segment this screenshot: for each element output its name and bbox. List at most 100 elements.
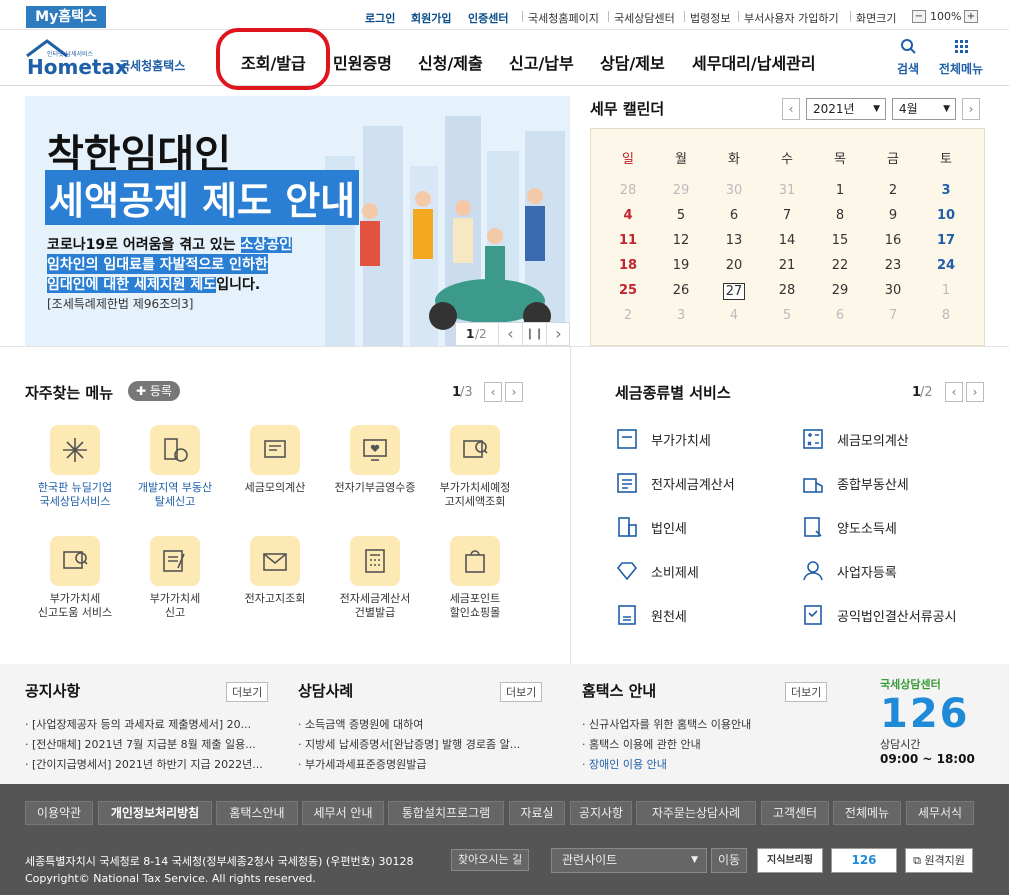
tax-service-item[interactable]: 사업자등록 [801, 558, 897, 584]
calendar-day[interactable]: 10 [926, 208, 966, 223]
tax-service-item[interactable]: 세금모의계산 [801, 426, 909, 452]
favorite-menu-item[interactable]: 세금모의계산 [220, 425, 330, 495]
nav-civil-certificate[interactable]: 민원증명 [333, 50, 392, 74]
tax-service-item[interactable]: 전자세금계산서 [615, 470, 735, 496]
login-link[interactable]: 로그인 [365, 10, 395, 26]
zoom-out-button[interactable]: − [912, 10, 926, 23]
notice-item[interactable]: · 소득금액 증명원에 대하여 [298, 716, 543, 732]
calendar-day[interactable]: 13 [714, 233, 754, 248]
calendar-day[interactable]: 2 [873, 183, 913, 198]
footer-link[interactable]: 자료실 [509, 801, 565, 825]
related-go-button[interactable]: 이동 [711, 848, 747, 873]
tax-service-item[interactable]: 양도소득세 [801, 514, 897, 540]
banner-pause-button[interactable]: ❙❙ [522, 323, 546, 345]
tax-service-item[interactable]: 소비제세 [615, 558, 699, 584]
calendar-day[interactable]: 28 [608, 183, 648, 198]
nav-report-pay[interactable]: 신고/납부 [509, 50, 574, 74]
favorite-menu-item[interactable]: 개발지역 부동산 탈세신고 [120, 425, 230, 509]
calendar-day[interactable]: 4 [714, 308, 754, 323]
calendar-day[interactable]: 7 [767, 208, 807, 223]
calendar-day[interactable]: 29 [820, 283, 860, 298]
taxservices-next-button[interactable]: › [966, 382, 984, 402]
nts-homepage-link[interactable]: 국세청홈페이지 [528, 10, 599, 26]
nav-consult-report[interactable]: 상담/제보 [600, 50, 665, 74]
footer-link[interactable]: 홈택스안내 [216, 801, 298, 825]
calendar-day[interactable]: 12 [661, 233, 701, 248]
hometax-logo[interactable]: 인터넷 납세서비스 Hometax 국세청홈택스 [25, 38, 210, 80]
more-button[interactable]: 더보기 [226, 682, 269, 702]
dept-user-join-link[interactable]: 부서사용자 가입하기 [744, 10, 839, 26]
law-info-link[interactable]: 법령정보 [690, 10, 730, 26]
notice-item[interactable]: · [전산매체] 2021년 7월 지급분 8월 제출 일용... [25, 736, 270, 752]
calendar-day[interactable]: 6 [820, 308, 860, 323]
calendar-day[interactable]: 1 [926, 283, 966, 298]
calendar-prev-button[interactable]: ‹ [782, 98, 800, 120]
year-select[interactable]: 2021년 ▼ [806, 98, 886, 120]
tax-service-item[interactable]: 종합부동산세 [801, 470, 909, 496]
counsel-126-badge[interactable]: 126 [831, 848, 897, 873]
promo-banner[interactable]: 착한임대인 세액공제 제도 안내 코로나19로 어려움을 겪고 있는 소상공인 … [25, 96, 570, 346]
notice-item[interactable]: · 부가세과세표준증명원발급 [298, 756, 543, 772]
my-hometax-button[interactable]: My홈택스 [26, 6, 106, 28]
favorite-menu-item[interactable]: 전자세금계산서 건별발급 [320, 536, 430, 620]
calendar-day[interactable]: 22 [820, 258, 860, 273]
calendar-day[interactable]: 5 [661, 208, 701, 223]
notice-item[interactable]: · 지방세 납세증명서[완납증명] 발행 경로좀 알... [298, 736, 543, 752]
footer-link[interactable]: 이용약관 [25, 801, 93, 825]
find-way-button[interactable]: 찾아오시는 길 [451, 849, 530, 871]
calendar-day[interactable]: 1 [820, 183, 860, 198]
calendar-day[interactable]: 30 [714, 183, 754, 198]
favorite-menu-item[interactable]: 부가가치세예정 고지세액조회 [420, 425, 530, 509]
search-button[interactable]: 검색 [893, 38, 923, 77]
favorites-prev-button[interactable]: ‹ [484, 382, 502, 402]
calendar-day[interactable]: 17 [926, 233, 966, 248]
banner-prev-button[interactable]: ‹ [498, 323, 522, 345]
calendar-day[interactable]: 3 [661, 308, 701, 323]
calendar-day[interactable]: 8 [926, 308, 966, 323]
calendar-day[interactable]: 14 [767, 233, 807, 248]
favorite-menu-item[interactable]: 세금포인트 할인쇼핑몰 [420, 536, 530, 620]
footer-link[interactable]: 공지사항 [570, 801, 632, 825]
briefing-badge[interactable]: 지식브리핑 [757, 848, 823, 873]
calendar-day[interactable]: 27 [723, 283, 745, 300]
calendar-day[interactable]: 28 [767, 283, 807, 298]
calendar-day[interactable]: 25 [608, 283, 648, 298]
favorite-menu-item[interactable]: 한국판 뉴딜기업 국세상담서비스 [20, 425, 130, 509]
tax-service-item[interactable]: 공익법인결산서류공시 [801, 602, 957, 628]
tax-service-item[interactable]: 원천세 [615, 602, 687, 628]
zoom-in-button[interactable]: + [964, 10, 978, 23]
signup-link[interactable]: 회원가입 [411, 10, 451, 26]
calendar-day[interactable]: 2 [608, 308, 648, 323]
calendar-day[interactable]: 5 [767, 308, 807, 323]
calendar-day[interactable]: 15 [820, 233, 860, 248]
calendar-day[interactable]: 29 [661, 183, 701, 198]
calendar-day[interactable]: 7 [873, 308, 913, 323]
remote-support-button[interactable]: ⧉ 원격지원 [905, 848, 973, 873]
calendar-day[interactable]: 3 [926, 183, 966, 198]
more-button[interactable]: 더보기 [785, 682, 828, 702]
footer-link[interactable]: 통합설치프로그램 [388, 801, 504, 825]
taxservices-prev-button[interactable]: ‹ [945, 382, 963, 402]
favorite-menu-item[interactable]: 전자기부금영수증 [320, 425, 430, 495]
calendar-next-button[interactable]: › [962, 98, 980, 120]
calendar-day[interactable]: 19 [661, 258, 701, 273]
notice-item[interactable]: · [간이지급명세서] 2021년 하반기 지급 2022년... [25, 756, 270, 772]
notice-item[interactable]: · 장애인 이용 안내 [582, 756, 827, 772]
notice-item[interactable]: · 홈택스 이용에 관한 안내 [582, 736, 827, 752]
calendar-day[interactable]: 16 [873, 233, 913, 248]
calendar-day[interactable]: 31 [767, 183, 807, 198]
banner-next-button[interactable]: › [546, 323, 570, 345]
calendar-day[interactable]: 30 [873, 283, 913, 298]
tax-service-item[interactable]: 법인세 [615, 514, 687, 540]
calendar-day[interactable]: 24 [926, 258, 966, 273]
month-select[interactable]: 4월 ▼ [892, 98, 956, 120]
calendar-day[interactable]: 18 [608, 258, 648, 273]
favorite-menu-item[interactable]: 부가가치세 신고 [120, 536, 230, 620]
nav-inquiry-issue[interactable]: 조회/발급 [241, 50, 306, 74]
cert-center-link[interactable]: 인증센터 [468, 10, 508, 26]
calendar-day[interactable]: 6 [714, 208, 754, 223]
calendar-day[interactable]: 11 [608, 233, 648, 248]
favorites-register-button[interactable]: ✚ 등록 [128, 381, 180, 401]
tax-service-item[interactable]: 부가가치세 [615, 426, 711, 452]
counsel-center-link[interactable]: 국세상담센터 [614, 10, 675, 26]
